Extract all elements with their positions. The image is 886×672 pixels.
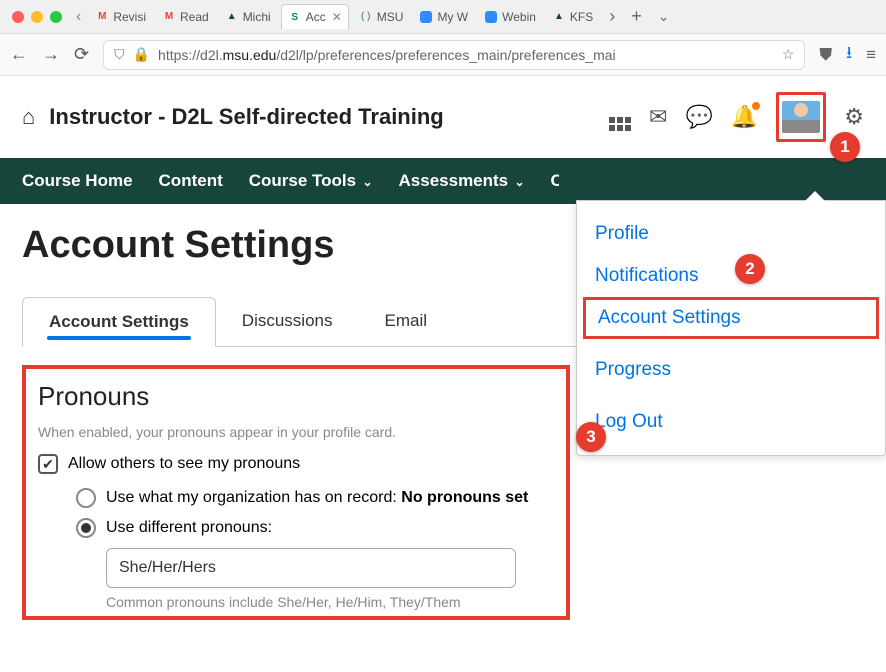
maximize-window[interactable] [50,11,62,23]
bookmark-icon[interactable]: ☆ [782,46,795,63]
back-button[interactable]: ← [10,44,28,65]
shield-icon: ⛉ [114,46,125,63]
window-controls [12,11,62,23]
course-title: Instructor - D2L Self-directed Training [49,104,443,130]
browser-tab[interactable]: MRevisi [89,6,152,28]
nav-course-tools[interactable]: Course Tools ⌄ [249,171,373,191]
pronouns-section: Pronouns When enabled, your pronouns app… [22,365,570,620]
browser-address-row: ← → ⟳ ⛉ 🔒 https://d2l.msu.edu/d2l/lp/pre… [0,34,886,76]
pronouns-heading: Pronouns [38,381,554,412]
callout-3: 3 [576,422,606,452]
radio-different-pronouns[interactable]: Use different pronouns: [76,518,554,538]
menu-profile[interactable]: Profile [577,213,885,255]
notifications-icon[interactable]: 🔔 [731,104,758,130]
chevron-down-icon: ⌄ [359,175,372,189]
tab-overflow-right-icon[interactable]: › [609,6,615,27]
allow-pronouns-label: Allow others to see my pronouns [68,455,300,473]
nav-overflow[interactable]: C [551,171,559,191]
spartan-icon: ▲ [225,10,239,24]
browser-tab-bar: ‹ MRevisi MRead ▲Michi SAcc✕ ( )MSU My W… [0,0,886,34]
tab-discussions[interactable]: Discussions [216,297,359,346]
browser-tab[interactable]: MRead [156,6,215,28]
callout-2: 2 [735,254,765,284]
pronoun-hint: Common pronouns include She/Her, He/Him,… [106,594,554,610]
new-tab-icon[interactable]: + [631,6,642,27]
minimize-window[interactable] [31,11,43,23]
menu-log-out[interactable]: Log Out [577,401,885,443]
browser-right-icons: ⛊ ⭳ ≡ [819,40,876,69]
zoom-icon [484,10,498,24]
tab-account-settings[interactable]: Account Settings [22,297,216,347]
radio-different-input[interactable] [76,518,96,538]
allow-pronouns-checkbox[interactable]: ✔ [38,454,58,474]
gmail-icon: M [95,10,109,24]
msu-icon: ( ) [359,10,373,24]
address-bar[interactable]: ⛉ 🔒 https://d2l.msu.edu/d2l/lp/preferenc… [103,40,805,70]
chevron-down-icon: ⌄ [511,175,524,189]
reload-button[interactable]: ⟳ [74,44,89,65]
spartan-icon: ▲ [552,10,566,24]
settings-gear-icon[interactable]: ⚙ [844,104,864,130]
course-header: ⌂ Instructor - D2L Self-directed Trainin… [0,76,886,158]
menu-notifications[interactable]: Notifications [577,255,885,297]
gmail-icon: M [162,10,176,24]
radio-org-record[interactable]: Use what my organization has on record: … [76,488,554,508]
browser-tab[interactable]: My W [413,6,474,28]
pronouns-description: When enabled, your pronouns appear in yo… [38,424,554,440]
browser-tab[interactable]: ▲KFS [546,6,599,28]
browser-tab[interactable]: ▲Michi [219,6,277,28]
forward-button[interactable]: → [42,44,60,65]
browser-tab-active[interactable]: SAcc✕ [281,4,349,29]
radio-org-record-label: Use what my organization has on record: … [106,489,528,507]
zoom-icon [419,10,433,24]
allow-pronouns-row[interactable]: ✔ Allow others to see my pronouns [38,454,554,474]
browser-tab[interactable]: Webin [478,6,542,28]
course-nav: Course Home Content Course Tools ⌄ Asses… [0,158,886,204]
mail-icon[interactable]: ✉ [649,104,667,130]
chat-icon[interactable]: 💬 [685,104,712,130]
url-text: https://d2l.msu.edu/d2l/lp/preferences/p… [158,47,616,63]
tab-overflow-left-icon[interactable]: ‹ [76,8,81,26]
close-window[interactable] [12,11,24,23]
apps-grid-icon[interactable] [609,103,631,131]
radio-org-record-input[interactable] [76,488,96,508]
nav-course-home[interactable]: Course Home [22,171,133,191]
user-avatar[interactable] [776,92,826,142]
close-tab-icon[interactable]: ✕ [332,10,342,24]
user-dropdown-menu: Profile Notifications Account Settings P… [576,200,886,456]
nav-content[interactable]: Content [159,171,223,191]
radio-different-label: Use different pronouns: [106,519,272,537]
menu-progress[interactable]: Progress [577,349,885,391]
download-icon[interactable]: ⭳ [846,40,852,69]
tab-email[interactable]: Email [359,297,454,346]
lock-icon: 🔒 [133,46,150,63]
home-icon[interactable]: ⌂ [22,104,35,130]
menu-account-settings[interactable]: Account Settings [583,297,879,339]
site-icon: S [288,10,302,24]
notification-dot [752,102,760,110]
tab-list-icon[interactable]: ⌄ [658,8,670,25]
pronoun-text-input[interactable] [106,548,516,588]
nav-assessments[interactable]: Assessments ⌄ [399,171,525,191]
pronoun-radio-group: Use what my organization has on record: … [76,488,554,538]
browser-tab[interactable]: ( )MSU [353,6,410,28]
callout-1: 1 [830,132,860,162]
menu-icon[interactable]: ≡ [866,45,876,65]
pocket-icon[interactable]: ⛊ [819,45,832,65]
